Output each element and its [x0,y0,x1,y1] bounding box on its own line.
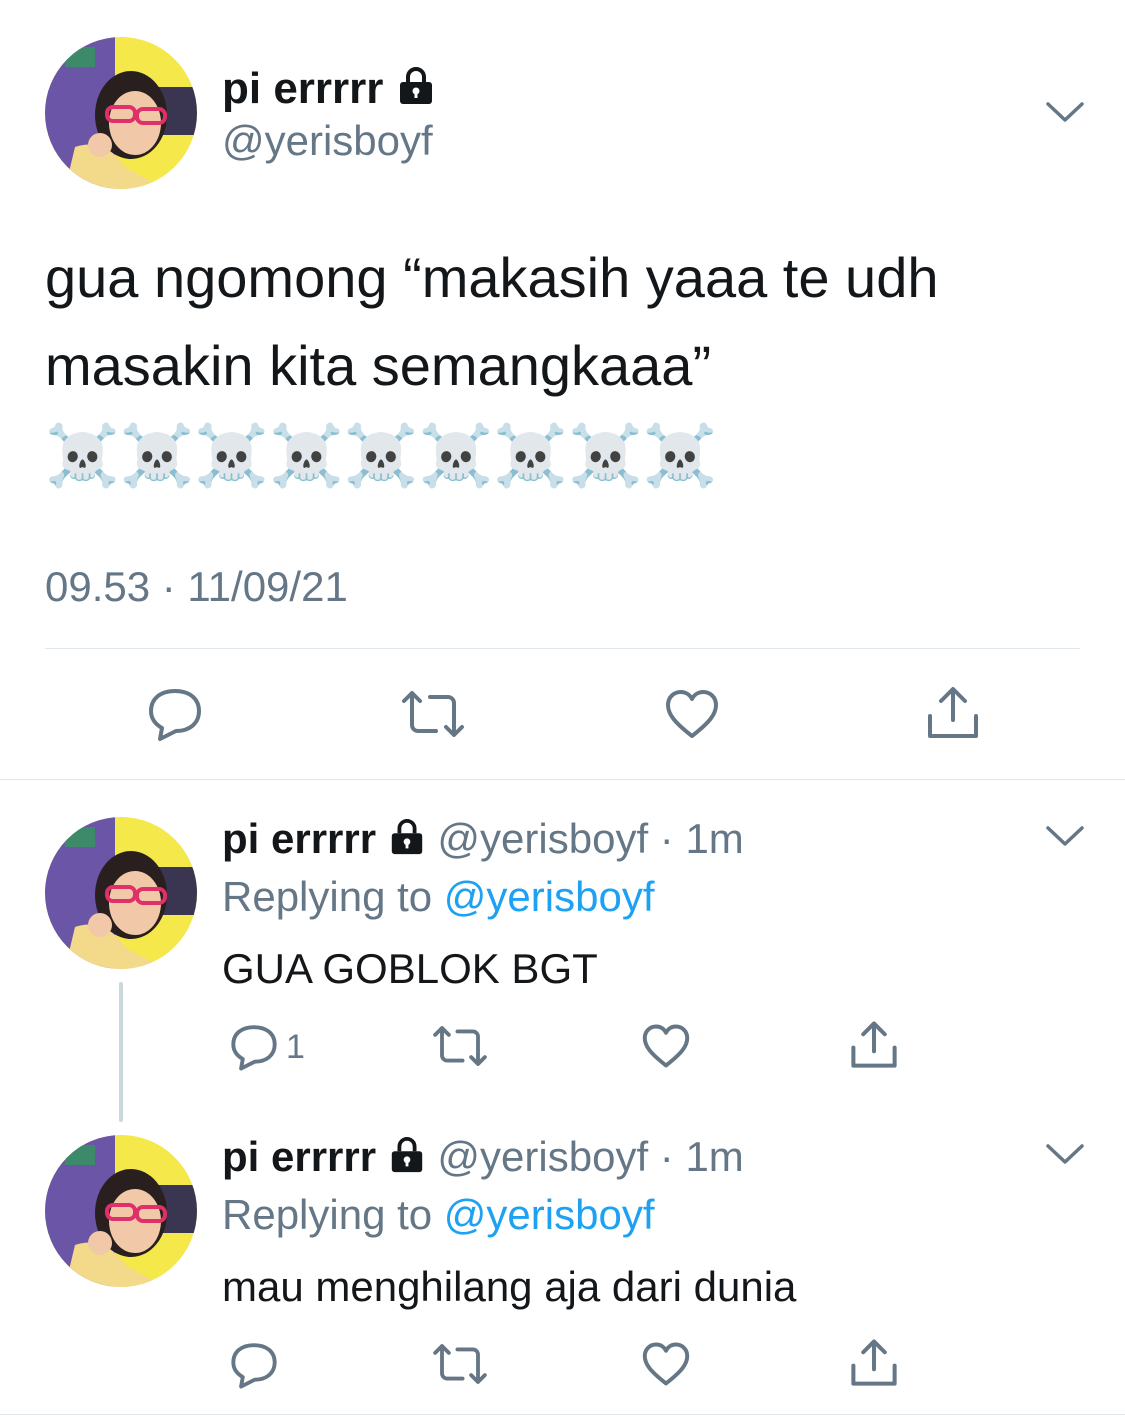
display-name[interactable]: pi errrrr [222,1133,376,1180]
reply-action[interactable]: 1 [228,1022,305,1072]
mention-link[interactable]: @yerisboyf [444,1191,655,1238]
replying-prefix: Replying to [222,873,433,920]
tweet-text-line-2: masakin kita semangkaaa” [45,334,712,397]
chevron-down-icon[interactable] [1045,824,1085,848]
divider [0,1414,1125,1415]
thread-line [119,982,123,1122]
display-name[interactable]: pi errrrr [222,815,376,862]
reply-icon[interactable] [228,1022,280,1072]
reply-count: 1 [286,1027,305,1066]
timestamp[interactable]: 09.53 · 11/09/21 [45,562,348,612]
divider [0,779,1125,780]
reply-icon[interactable] [228,1340,280,1390]
share-icon[interactable] [848,1337,900,1389]
retweet-icon[interactable] [430,1342,490,1386]
handle-time[interactable]: @yerisboyf · 1m [437,1133,743,1180]
mention-link[interactable]: @yerisboyf [444,873,655,920]
avatar[interactable] [45,37,197,189]
chevron-down-icon[interactable] [1045,1142,1085,1166]
replying-prefix: Replying to [222,1191,433,1238]
like-icon[interactable] [641,1341,691,1387]
tweet-text-line-1: gua ngomong “makasih yaaa te udh [45,246,939,309]
reply-icon[interactable] [146,685,204,743]
avatar[interactable] [45,817,197,969]
replying-to: Replying to @yerisboyf [222,872,655,922]
reply-header: pi errrrr @yerisboyf · 1m [222,1132,744,1185]
display-name-text[interactable]: pi errrrr [222,64,383,113]
avatar[interactable] [45,1135,197,1287]
share-icon[interactable] [924,684,982,742]
replying-to: Replying to @yerisboyf [222,1190,655,1240]
reply-text: mau menghilang aja dari dunia [222,1263,797,1310]
reply-text: GUA GOBLOK BGT [222,945,598,992]
share-icon[interactable] [848,1019,900,1071]
tweet-text: gua ngomong “makasih yaaa te udh masakin… [45,234,1085,410]
display-name[interactable]: pi errrrr [222,64,436,117]
lock-icon [388,1135,426,1185]
lock-icon [396,66,436,117]
retweet-icon[interactable] [398,689,468,739]
chevron-down-icon[interactable] [1045,100,1085,124]
handle[interactable]: @yerisboyf [222,117,433,165]
like-icon[interactable] [641,1023,691,1069]
reply-header: pi errrrr @yerisboyf · 1m [222,814,744,867]
like-icon[interactable] [664,688,720,740]
divider [45,648,1080,649]
lock-icon [388,817,426,867]
emoji-line: ☠️☠️☠️☠️☠️☠️☠️☠️☠️ [45,421,718,491]
retweet-icon[interactable] [430,1024,490,1068]
handle-time[interactable]: @yerisboyf · 1m [437,815,743,862]
